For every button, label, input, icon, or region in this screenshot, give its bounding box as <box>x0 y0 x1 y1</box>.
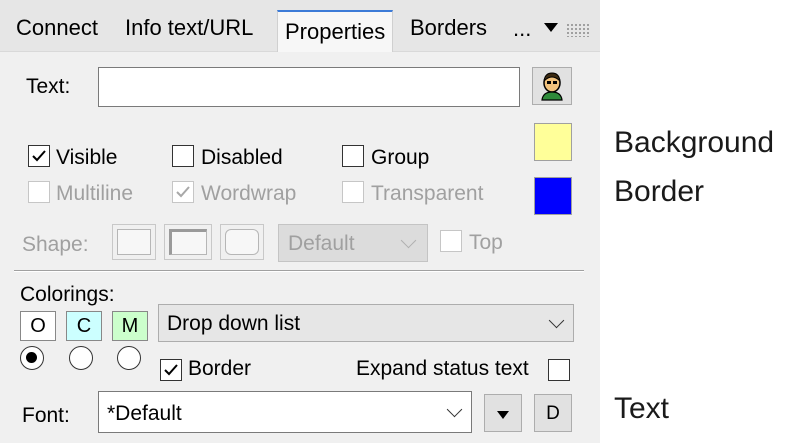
shape-label: Shape: <box>22 233 89 256</box>
border-color-swatch[interactable] <box>534 177 572 215</box>
background-color-swatch[interactable] <box>534 123 572 161</box>
text-label: Text: <box>26 75 71 98</box>
multiline-checkbox[interactable] <box>28 181 50 203</box>
chevron-down-icon <box>400 232 417 249</box>
shape-rounded-button[interactable] <box>220 224 264 260</box>
disabled-checkbox[interactable] <box>172 145 194 167</box>
expand-status-label: Expand status text <box>356 357 529 380</box>
top-checkbox[interactable] <box>440 230 462 252</box>
tab-bar: Connect Info text/URL Properties Borders… <box>0 0 600 52</box>
multiline-label: Multiline <box>56 182 134 205</box>
font-default-button-label: D <box>546 403 560 424</box>
group-label: Group <box>371 146 430 169</box>
check-icon <box>176 186 190 198</box>
font-menu-button[interactable] <box>484 394 522 432</box>
caret-down-icon <box>497 411 509 419</box>
tab-dropdown-icon[interactable] <box>544 23 558 32</box>
person-icon <box>541 72 563 101</box>
section-divider <box>14 270 584 272</box>
properties-panel: Connect Info text/URL Properties Borders… <box>0 0 600 443</box>
grip-icon[interactable] <box>566 23 590 37</box>
check-icon <box>164 364 178 376</box>
colorings-label: Colorings: <box>20 283 115 306</box>
colorings-dropdown-value: Drop down list <box>167 312 301 335</box>
check-icon <box>32 150 46 162</box>
tab-info-text-url[interactable]: Info text/URL <box>125 6 253 50</box>
tab-overflow-more[interactable]: ... <box>513 16 531 42</box>
shape-shadow-button[interactable] <box>164 224 212 260</box>
group-checkbox[interactable] <box>342 145 364 167</box>
font-dropdown-value: *Default <box>107 402 182 425</box>
coloring-o-radio[interactable] <box>20 346 44 370</box>
text-annotation: Text <box>614 392 670 425</box>
chevron-down-icon <box>446 401 463 418</box>
visible-label: Visible <box>56 146 118 169</box>
text-picker-button[interactable] <box>532 67 572 105</box>
border-checkbox[interactable] <box>160 359 182 381</box>
font-default-button[interactable]: D <box>534 394 572 432</box>
transparent-checkbox[interactable] <box>342 181 364 203</box>
chevron-down-icon <box>548 312 565 329</box>
text-input[interactable] <box>98 67 520 107</box>
shape-style-value: Default <box>288 232 355 255</box>
wordwrap-label: Wordwrap <box>201 182 297 205</box>
coloring-c-radio[interactable] <box>69 346 93 370</box>
wordwrap-checkbox[interactable] <box>172 181 194 203</box>
background-annotation: Background <box>614 126 775 159</box>
top-label: Top <box>469 231 503 254</box>
coloring-c-button[interactable]: C <box>66 311 102 341</box>
border-annotation: Border <box>614 175 705 208</box>
shape-style-dropdown[interactable]: Default <box>278 224 428 262</box>
expand-status-checkbox[interactable] <box>548 359 570 381</box>
tab-properties[interactable]: Properties <box>277 10 394 52</box>
visible-checkbox[interactable] <box>28 145 50 167</box>
colorings-dropdown[interactable]: Drop down list <box>158 304 574 342</box>
tab-borders[interactable]: Borders <box>410 6 487 50</box>
border-label: Border <box>188 357 252 380</box>
tab-connect[interactable]: Connect <box>16 6 98 50</box>
transparent-label: Transparent <box>371 182 484 205</box>
shape-square-button[interactable] <box>112 224 156 260</box>
disabled-label: Disabled <box>201 146 283 169</box>
font-label: Font: <box>22 404 70 427</box>
font-dropdown[interactable]: *Default <box>98 391 472 433</box>
coloring-o-button[interactable]: O <box>20 311 56 341</box>
coloring-m-button[interactable]: M <box>112 311 148 341</box>
coloring-m-radio[interactable] <box>117 346 141 370</box>
